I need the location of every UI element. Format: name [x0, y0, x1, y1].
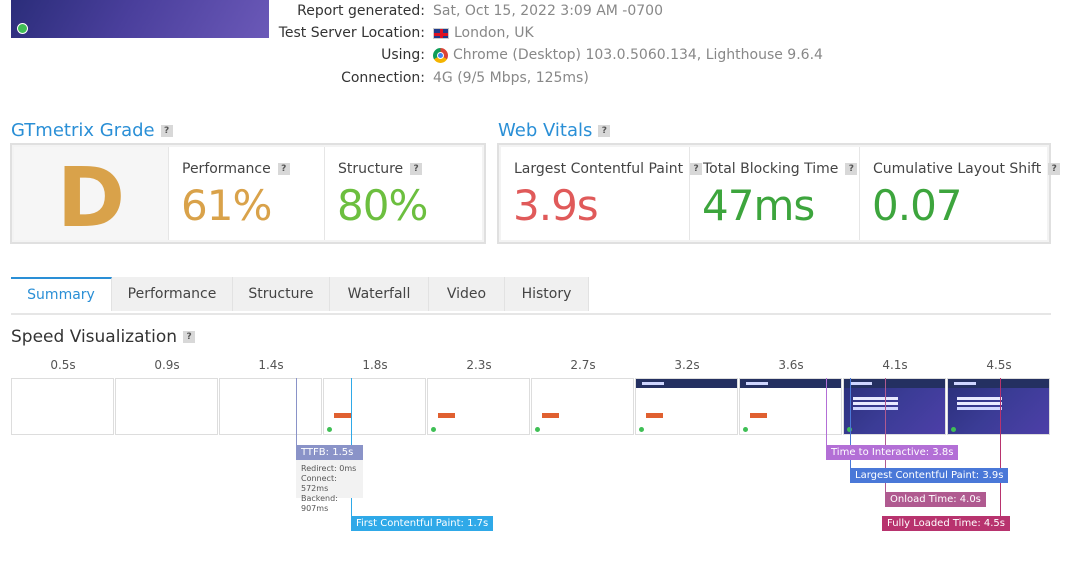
filmstrip-frame[interactable] [427, 378, 530, 435]
using-label: Using: [381, 47, 425, 63]
status-dot-icon [17, 23, 28, 34]
lcp-cell: Largest Contentful Paint? 3.9s [501, 147, 703, 240]
time-label: 1.4s [258, 358, 284, 372]
cls-cell: Cumulative Layout Shift? 0.07 [860, 147, 1061, 240]
ttfb-marker-line [296, 378, 297, 445]
time-label: 0.5s [50, 358, 76, 372]
filmstrip-frame[interactable] [635, 378, 738, 435]
fcp-label: First Contentful Paint: 1.7s [351, 516, 494, 531]
gtmetrix-grade-title-text: GTmetrix Grade [11, 120, 155, 141]
web-vitals-title-text: Web Vitals [498, 120, 593, 141]
filmstrip-frame[interactable] [115, 378, 218, 435]
cls-label: Cumulative Layout Shift? [873, 161, 1061, 177]
time-label: 2.3s [466, 358, 492, 372]
gtmetrix-grade-title: GTmetrix Grade? [11, 120, 173, 141]
tbt-cell: Total Blocking Time? 47ms [690, 147, 860, 240]
grade-letter: D [56, 151, 126, 246]
filmstrip-frame[interactable] [219, 378, 322, 435]
ttfb-redirect: Redirect: 0ms [301, 464, 357, 473]
help-icon[interactable]: ? [845, 163, 858, 175]
structure-label: Structure? [338, 161, 423, 177]
filmstrip-frame[interactable] [843, 378, 946, 435]
fully-loaded-label: Fully Loaded Time: 4.5s [882, 516, 1010, 531]
report-generated-label: Report generated: [297, 3, 425, 19]
cls-label-text: Cumulative Layout Shift [873, 161, 1042, 177]
gtmetrix-grade-panel: D Performance? 61% Structure? 80% [10, 143, 486, 246]
using-value: Chrome (Desktop) 103.0.5060.134, Lightho… [433, 47, 823, 63]
site-thumbnail [11, 0, 269, 38]
help-icon[interactable]: ? [598, 125, 611, 137]
report-generated-value: Sat, Oct 15, 2022 3:09 AM -0700 [433, 3, 663, 19]
web-vitals-panel: Largest Contentful Paint? 3.9s Total Blo… [497, 143, 1061, 244]
filmstrip-frame[interactable] [947, 378, 1050, 435]
tti-marker-line [826, 378, 827, 445]
ttfb-label: TTFB: 1.5s [296, 445, 363, 460]
lcp-value: 3.9s [513, 181, 599, 230]
tab-waterfall[interactable]: Waterfall [330, 277, 429, 311]
time-label: 1.8s [362, 358, 388, 372]
cls-value: 0.07 [872, 181, 963, 230]
tab-structure[interactable]: Structure [233, 277, 330, 311]
help-icon[interactable]: ? [160, 125, 173, 137]
ttfb-backend: Backend: 907ms [301, 494, 338, 513]
tbt-label: Total Blocking Time? [703, 161, 858, 177]
ttfb-connect: Connect: 572ms [301, 474, 337, 493]
time-label: 2.7s [570, 358, 596, 372]
test-location-value: London, UK [433, 25, 534, 41]
time-label: 4.1s [882, 358, 908, 372]
performance-cell: Performance? 61% [169, 147, 325, 240]
ttfb-details: Redirect: 0ms Connect: 572ms Backend: 90… [296, 460, 363, 513]
time-label: 3.2s [674, 358, 700, 372]
lcp-label: Largest Contentful Paint: 3.9s [850, 468, 1009, 483]
tbt-value: 47ms [702, 181, 815, 230]
performance-label: Performance? [182, 161, 290, 177]
performance-label-text: Performance [182, 161, 271, 177]
connection-text: 4G (9/5 Mbps, 125ms) [433, 70, 589, 86]
test-location-text: London, UK [454, 25, 534, 41]
tab-video[interactable]: Video [429, 277, 505, 311]
lcp-label: Largest Contentful Paint? [514, 161, 703, 177]
performance-value: 61% [181, 181, 272, 230]
connection-value: 4G (9/5 Mbps, 125ms) [433, 70, 589, 86]
using-text: Chrome (Desktop) 103.0.5060.134, Lightho… [453, 47, 823, 63]
filmstrip-frame[interactable] [531, 378, 634, 435]
time-label: 3.6s [778, 358, 804, 372]
filmstrip-frame[interactable] [11, 378, 114, 435]
connection-label: Connection: [341, 70, 425, 86]
lcp-label-text: Largest Contentful Paint [514, 161, 684, 177]
speed-visualization-title: Speed Visualization? [11, 327, 196, 347]
help-icon[interactable]: ? [183, 331, 196, 343]
structure-label-text: Structure [338, 161, 404, 177]
report-generated-text: Sat, Oct 15, 2022 3:09 AM -0700 [433, 3, 663, 19]
help-icon[interactable]: ? [410, 163, 423, 175]
chrome-icon [433, 47, 448, 63]
tbt-label-text: Total Blocking Time [703, 161, 839, 177]
grade-cell: D [14, 147, 169, 246]
tab-history[interactable]: History [505, 277, 589, 311]
test-location-label: Test Server Location: [278, 25, 425, 41]
tab-summary[interactable]: Summary [11, 277, 112, 311]
time-label: 4.5s [986, 358, 1012, 372]
tab-performance[interactable]: Performance [112, 277, 233, 311]
filmstrip-frame[interactable] [323, 378, 426, 435]
fully-loaded-marker-line [1000, 378, 1001, 517]
help-icon[interactable]: ? [277, 163, 290, 175]
structure-cell: Structure? 80% [325, 147, 482, 240]
web-vitals-title: Web Vitals? [498, 120, 611, 141]
tti-label: Time to Interactive: 3.8s [826, 445, 959, 460]
onload-label: Onload Time: 4.0s [885, 492, 986, 507]
help-icon[interactable]: ? [1048, 163, 1061, 175]
structure-value: 80% [337, 181, 428, 230]
speed-visualization-title-text: Speed Visualization [11, 327, 178, 347]
report-tabs: Summary Performance Structure Waterfall … [11, 277, 1051, 315]
time-label: 0.9s [154, 358, 180, 372]
uk-flag-icon [433, 27, 449, 39]
